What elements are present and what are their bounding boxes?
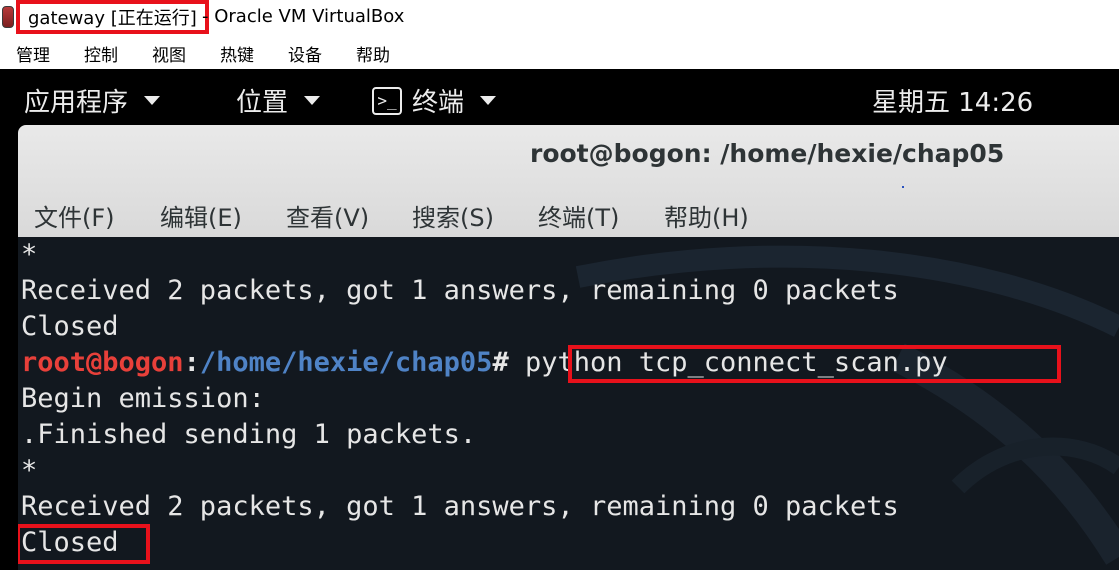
- host-menu-control[interactable]: 控制: [84, 41, 118, 66]
- terminal-menu-view[interactable]: 查看(V): [286, 198, 369, 233]
- closed-highlight-box: [18, 524, 150, 564]
- terminal-menu-terminal[interactable]: 终端(T): [538, 198, 619, 233]
- output-line: Closed: [21, 311, 119, 342]
- applications-menu[interactable]: 应用程序: [24, 82, 161, 119]
- header-dot: [902, 186, 904, 188]
- guest-top-bar: 应用程序 位置 >_ 终端 星期五 14:26: [0, 69, 1119, 127]
- prompt-colon: :: [183, 347, 200, 378]
- caret-down-icon: [144, 96, 161, 105]
- host-menu-manage[interactable]: 管理: [16, 41, 50, 66]
- command-highlight-box: [568, 345, 1061, 383]
- terminal-header: root@bogon: /home/hexie/chap05 文件(F) 编辑(…: [18, 125, 1119, 237]
- output-line: *: [21, 239, 38, 270]
- output-line: Received 2 packets, got 1 answers, remai…: [21, 275, 899, 306]
- virtualbox-icon: [2, 6, 14, 28]
- caret-down-icon: [480, 96, 497, 105]
- terminal-output[interactable]: * Received 2 packets, got 1 answers, rem…: [18, 237, 1119, 570]
- host-menu-view[interactable]: 视图: [152, 41, 186, 66]
- terminal-app-label: 终端: [412, 88, 465, 118]
- terminal-app-menu[interactable]: >_ 终端: [372, 82, 497, 119]
- prompt-user-host: root@bogon: [21, 347, 184, 378]
- terminal-title: root@bogon: /home/hexie/chap05: [530, 139, 1005, 168]
- terminal-menu-search[interactable]: 搜索(S): [412, 198, 494, 233]
- terminal-icon: >_: [372, 86, 402, 115]
- host-window-title-app: - Oracle VM VirtualBox: [202, 6, 405, 27]
- vm-display[interactable]: 应用程序 位置 >_ 终端 星期五 14:26 root@bogon: /hom…: [0, 69, 1119, 570]
- output-line: .Finished sending 1 packets.: [21, 419, 477, 450]
- applications-label: 应用程序: [24, 88, 129, 118]
- prompt-path: /home/hexie/chap05: [199, 347, 493, 378]
- terminal-menu-file[interactable]: 文件(F): [34, 198, 115, 233]
- terminal-window[interactable]: root@bogon: /home/hexie/chap05 文件(F) 编辑(…: [18, 125, 1119, 570]
- host-menu-devices[interactable]: 设备: [288, 41, 322, 66]
- clock[interactable]: 星期五 14:26: [872, 82, 1033, 119]
- host-menu-hotkeys[interactable]: 热键: [220, 41, 254, 66]
- caret-down-icon: [304, 96, 321, 105]
- output-line: *: [21, 455, 38, 486]
- host-window-title-highlighted: gateway [正在运行]: [16, 0, 209, 34]
- output-line: Begin emission:: [21, 383, 265, 414]
- host-menu-bar: 管理 控制 视图 热键 设备 帮助: [0, 36, 1119, 69]
- terminal-menu-edit[interactable]: 编辑(E): [160, 198, 242, 233]
- places-menu[interactable]: 位置: [236, 82, 321, 119]
- output-line: Received 2 packets, got 1 answers, remai…: [21, 491, 899, 522]
- places-label: 位置: [236, 88, 289, 118]
- terminal-menu-help[interactable]: 帮助(H): [664, 198, 749, 233]
- prompt-hash: #: [492, 347, 509, 378]
- host-menu-help[interactable]: 帮助: [356, 41, 390, 66]
- host-title-bar: gateway [正在运行] - Oracle VM VirtualBox: [0, 0, 1119, 36]
